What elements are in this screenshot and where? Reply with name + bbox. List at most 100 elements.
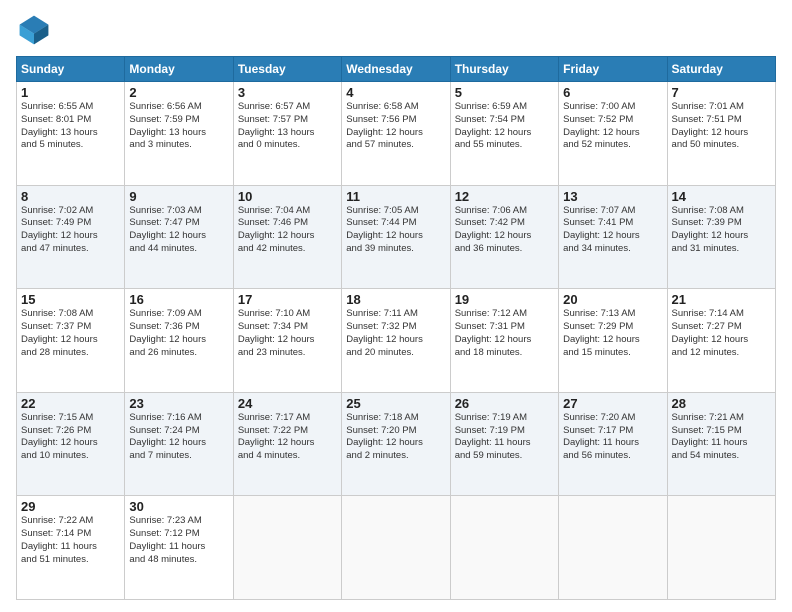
day-number: 5 (455, 85, 554, 100)
day-cell: 18Sunrise: 7:11 AM Sunset: 7:32 PM Dayli… (342, 289, 450, 393)
header-cell-saturday: Saturday (667, 57, 775, 82)
day-cell (233, 496, 341, 600)
day-number: 11 (346, 189, 445, 204)
header-cell-friday: Friday (559, 57, 667, 82)
header-row: SundayMondayTuesdayWednesdayThursdayFrid… (17, 57, 776, 82)
day-info: Sunrise: 7:02 AM Sunset: 7:49 PM Dayligh… (21, 205, 120, 256)
day-cell: 4Sunrise: 6:58 AM Sunset: 7:56 PM Daylig… (342, 82, 450, 186)
day-info: Sunrise: 7:08 AM Sunset: 7:37 PM Dayligh… (21, 308, 120, 359)
day-info: Sunrise: 7:07 AM Sunset: 7:41 PM Dayligh… (563, 205, 662, 256)
day-cell: 16Sunrise: 7:09 AM Sunset: 7:36 PM Dayli… (125, 289, 233, 393)
day-cell (342, 496, 450, 600)
week-row-1: 8Sunrise: 7:02 AM Sunset: 7:49 PM Daylig… (17, 185, 776, 289)
day-cell: 1Sunrise: 6:55 AM Sunset: 8:01 PM Daylig… (17, 82, 125, 186)
day-number: 28 (672, 396, 771, 411)
day-number: 23 (129, 396, 228, 411)
day-cell: 21Sunrise: 7:14 AM Sunset: 7:27 PM Dayli… (667, 289, 775, 393)
day-info: Sunrise: 6:55 AM Sunset: 8:01 PM Dayligh… (21, 101, 120, 152)
day-cell: 23Sunrise: 7:16 AM Sunset: 7:24 PM Dayli… (125, 392, 233, 496)
day-number: 18 (346, 292, 445, 307)
day-info: Sunrise: 7:11 AM Sunset: 7:32 PM Dayligh… (346, 308, 445, 359)
calendar-table: SundayMondayTuesdayWednesdayThursdayFrid… (16, 56, 776, 600)
day-cell: 6Sunrise: 7:00 AM Sunset: 7:52 PM Daylig… (559, 82, 667, 186)
day-cell: 2Sunrise: 6:56 AM Sunset: 7:59 PM Daylig… (125, 82, 233, 186)
day-cell: 30Sunrise: 7:23 AM Sunset: 7:12 PM Dayli… (125, 496, 233, 600)
header-cell-wednesday: Wednesday (342, 57, 450, 82)
day-number: 22 (21, 396, 120, 411)
day-info: Sunrise: 7:04 AM Sunset: 7:46 PM Dayligh… (238, 205, 337, 256)
day-cell: 7Sunrise: 7:01 AM Sunset: 7:51 PM Daylig… (667, 82, 775, 186)
day-number: 10 (238, 189, 337, 204)
day-info: Sunrise: 7:06 AM Sunset: 7:42 PM Dayligh… (455, 205, 554, 256)
day-info: Sunrise: 7:05 AM Sunset: 7:44 PM Dayligh… (346, 205, 445, 256)
calendar-body: 1Sunrise: 6:55 AM Sunset: 8:01 PM Daylig… (17, 82, 776, 600)
day-cell: 22Sunrise: 7:15 AM Sunset: 7:26 PM Dayli… (17, 392, 125, 496)
day-info: Sunrise: 6:59 AM Sunset: 7:54 PM Dayligh… (455, 101, 554, 152)
day-info: Sunrise: 6:56 AM Sunset: 7:59 PM Dayligh… (129, 101, 228, 152)
day-info: Sunrise: 7:09 AM Sunset: 7:36 PM Dayligh… (129, 308, 228, 359)
day-number: 19 (455, 292, 554, 307)
day-cell: 14Sunrise: 7:08 AM Sunset: 7:39 PM Dayli… (667, 185, 775, 289)
day-cell: 24Sunrise: 7:17 AM Sunset: 7:22 PM Dayli… (233, 392, 341, 496)
day-info: Sunrise: 7:03 AM Sunset: 7:47 PM Dayligh… (129, 205, 228, 256)
day-number: 1 (21, 85, 120, 100)
day-cell: 8Sunrise: 7:02 AM Sunset: 7:49 PM Daylig… (17, 185, 125, 289)
day-number: 27 (563, 396, 662, 411)
day-cell (450, 496, 558, 600)
day-cell (559, 496, 667, 600)
week-row-0: 1Sunrise: 6:55 AM Sunset: 8:01 PM Daylig… (17, 82, 776, 186)
day-cell: 25Sunrise: 7:18 AM Sunset: 7:20 PM Dayli… (342, 392, 450, 496)
day-cell: 26Sunrise: 7:19 AM Sunset: 7:19 PM Dayli… (450, 392, 558, 496)
day-info: Sunrise: 7:22 AM Sunset: 7:14 PM Dayligh… (21, 515, 120, 566)
week-row-2: 15Sunrise: 7:08 AM Sunset: 7:37 PM Dayli… (17, 289, 776, 393)
week-row-3: 22Sunrise: 7:15 AM Sunset: 7:26 PM Dayli… (17, 392, 776, 496)
day-cell: 11Sunrise: 7:05 AM Sunset: 7:44 PM Dayli… (342, 185, 450, 289)
day-number: 21 (672, 292, 771, 307)
day-number: 2 (129, 85, 228, 100)
day-number: 8 (21, 189, 120, 204)
day-cell: 12Sunrise: 7:06 AM Sunset: 7:42 PM Dayli… (450, 185, 558, 289)
day-info: Sunrise: 7:13 AM Sunset: 7:29 PM Dayligh… (563, 308, 662, 359)
day-cell (667, 496, 775, 600)
day-number: 24 (238, 396, 337, 411)
day-cell: 15Sunrise: 7:08 AM Sunset: 7:37 PM Dayli… (17, 289, 125, 393)
header-cell-thursday: Thursday (450, 57, 558, 82)
day-number: 14 (672, 189, 771, 204)
day-info: Sunrise: 7:15 AM Sunset: 7:26 PM Dayligh… (21, 412, 120, 463)
day-cell: 17Sunrise: 7:10 AM Sunset: 7:34 PM Dayli… (233, 289, 341, 393)
day-info: Sunrise: 6:58 AM Sunset: 7:56 PM Dayligh… (346, 101, 445, 152)
day-cell: 29Sunrise: 7:22 AM Sunset: 7:14 PM Dayli… (17, 496, 125, 600)
day-number: 29 (21, 499, 120, 514)
day-cell: 27Sunrise: 7:20 AM Sunset: 7:17 PM Dayli… (559, 392, 667, 496)
day-number: 12 (455, 189, 554, 204)
logo-icon (16, 12, 52, 48)
day-info: Sunrise: 7:01 AM Sunset: 7:51 PM Dayligh… (672, 101, 771, 152)
page: SundayMondayTuesdayWednesdayThursdayFrid… (0, 0, 792, 612)
day-number: 13 (563, 189, 662, 204)
day-number: 17 (238, 292, 337, 307)
day-number: 30 (129, 499, 228, 514)
day-info: Sunrise: 7:20 AM Sunset: 7:17 PM Dayligh… (563, 412, 662, 463)
day-number: 4 (346, 85, 445, 100)
day-info: Sunrise: 7:17 AM Sunset: 7:22 PM Dayligh… (238, 412, 337, 463)
day-cell: 28Sunrise: 7:21 AM Sunset: 7:15 PM Dayli… (667, 392, 775, 496)
day-number: 16 (129, 292, 228, 307)
day-info: Sunrise: 7:00 AM Sunset: 7:52 PM Dayligh… (563, 101, 662, 152)
day-info: Sunrise: 7:23 AM Sunset: 7:12 PM Dayligh… (129, 515, 228, 566)
day-cell: 5Sunrise: 6:59 AM Sunset: 7:54 PM Daylig… (450, 82, 558, 186)
day-number: 26 (455, 396, 554, 411)
day-info: Sunrise: 7:21 AM Sunset: 7:15 PM Dayligh… (672, 412, 771, 463)
day-cell: 19Sunrise: 7:12 AM Sunset: 7:31 PM Dayli… (450, 289, 558, 393)
header-cell-tuesday: Tuesday (233, 57, 341, 82)
day-number: 9 (129, 189, 228, 204)
day-cell: 20Sunrise: 7:13 AM Sunset: 7:29 PM Dayli… (559, 289, 667, 393)
day-number: 15 (21, 292, 120, 307)
day-info: Sunrise: 7:08 AM Sunset: 7:39 PM Dayligh… (672, 205, 771, 256)
day-cell: 13Sunrise: 7:07 AM Sunset: 7:41 PM Dayli… (559, 185, 667, 289)
day-cell: 3Sunrise: 6:57 AM Sunset: 7:57 PM Daylig… (233, 82, 341, 186)
header (16, 12, 776, 48)
day-number: 25 (346, 396, 445, 411)
calendar-header: SundayMondayTuesdayWednesdayThursdayFrid… (17, 57, 776, 82)
day-cell: 9Sunrise: 7:03 AM Sunset: 7:47 PM Daylig… (125, 185, 233, 289)
day-info: Sunrise: 7:18 AM Sunset: 7:20 PM Dayligh… (346, 412, 445, 463)
